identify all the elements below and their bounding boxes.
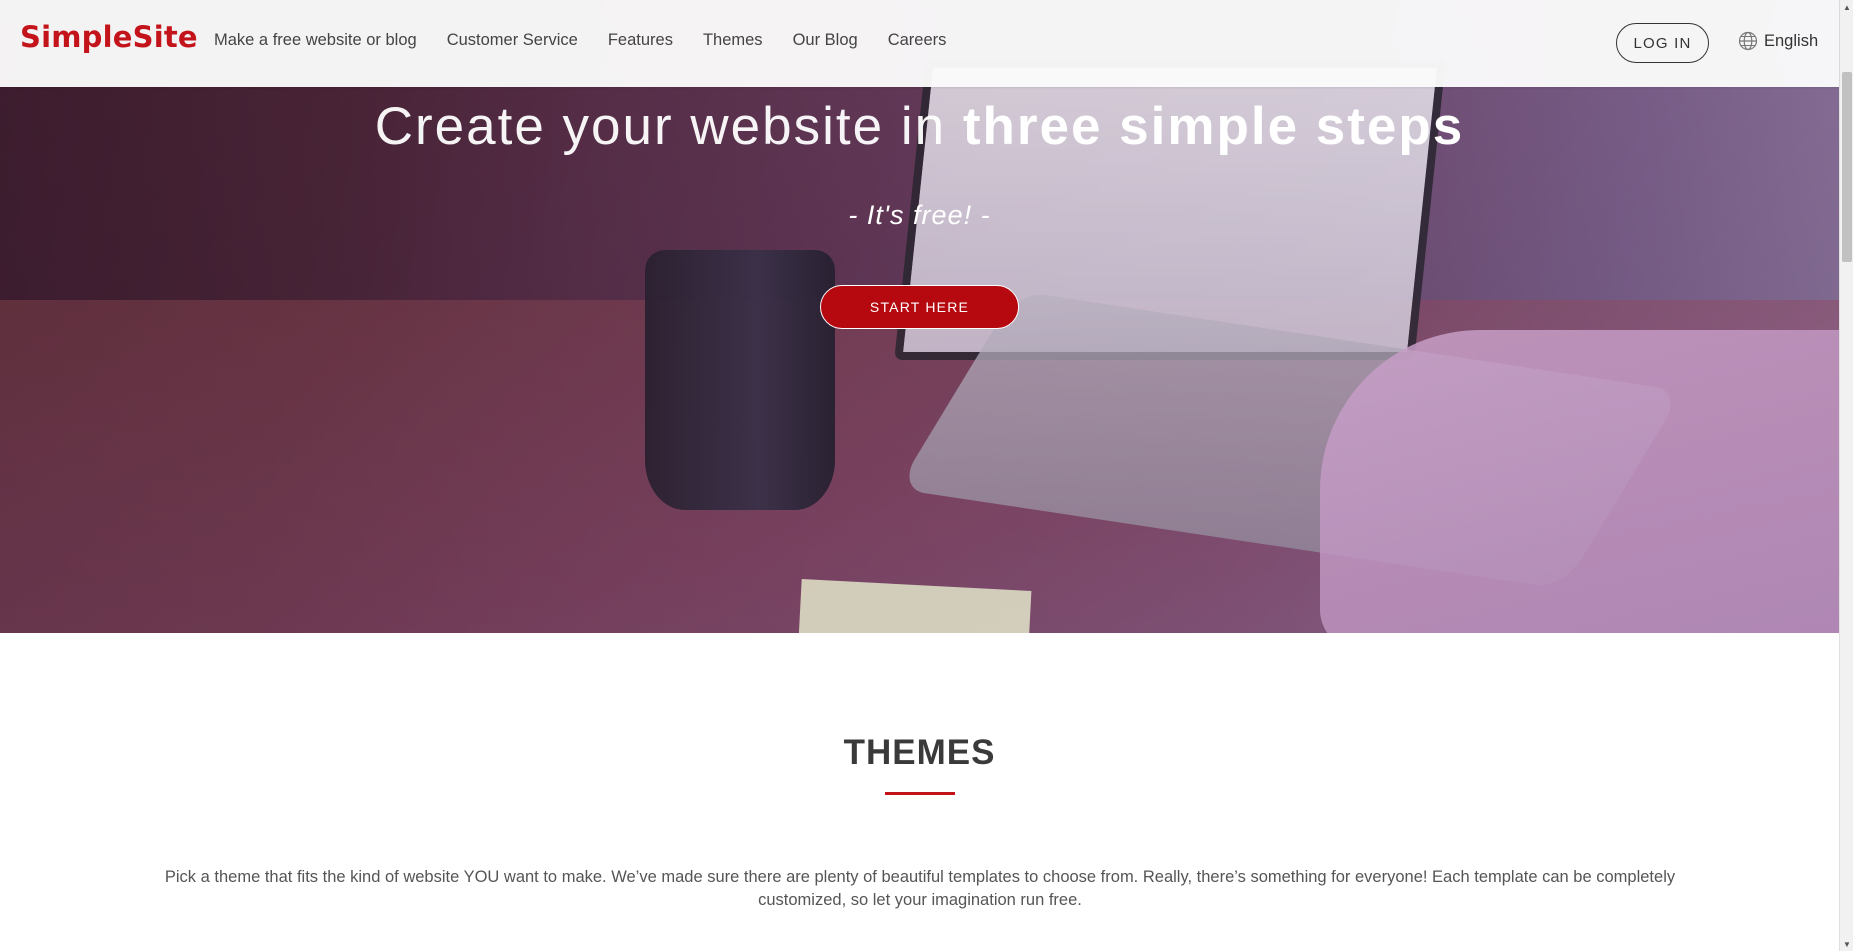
- nav-item-careers[interactable]: Careers: [888, 31, 947, 50]
- start-here-button[interactable]: START HERE: [820, 285, 1019, 329]
- themes-heading: THEMES: [843, 733, 996, 772]
- hero-subtitle: - It's free! -: [848, 200, 991, 230]
- nav-item-blog[interactable]: Our Blog: [793, 31, 858, 50]
- language-label: English: [1764, 31, 1819, 50]
- site-header: SimpleSite Make a free website or blog C…: [0, 0, 1839, 87]
- logo[interactable]: SimpleSite: [20, 20, 198, 54]
- themes-description: Pick a theme that fits the kind of websi…: [164, 868, 1676, 909]
- hero-title-part3: three simple steps: [962, 97, 1465, 156]
- language-selector[interactable]: English: [1738, 31, 1818, 51]
- hero-arm: [1320, 330, 1839, 633]
- nav-item-themes[interactable]: Themes: [703, 31, 763, 50]
- scroll-up-arrow-icon[interactable]: ▲: [1840, 0, 1853, 14]
- vertical-scrollbar[interactable]: ▲ ▼: [1839, 0, 1853, 951]
- hero-title-part2: in: [900, 97, 947, 156]
- login-button[interactable]: LOG IN: [1616, 23, 1709, 63]
- hero-section: Create your website in three simple step…: [0, 0, 1839, 633]
- nav-item-features[interactable]: Features: [608, 31, 673, 50]
- hero-title: Create your website in three simple step…: [0, 96, 1839, 157]
- scroll-down-arrow-icon[interactable]: ▼: [1840, 937, 1853, 951]
- nav-item-customer-service[interactable]: Customer Service: [447, 31, 578, 50]
- main-nav: Make a free website or blog Customer Ser…: [214, 0, 976, 80]
- themes-heading-underline: [885, 792, 955, 795]
- hero-mug: [645, 250, 835, 510]
- scrollbar-thumb[interactable]: [1842, 72, 1852, 262]
- nav-item-make-website[interactable]: Make a free website or blog: [214, 31, 417, 50]
- hero-title-part1: Create your website: [374, 97, 885, 156]
- globe-icon: [1738, 31, 1758, 51]
